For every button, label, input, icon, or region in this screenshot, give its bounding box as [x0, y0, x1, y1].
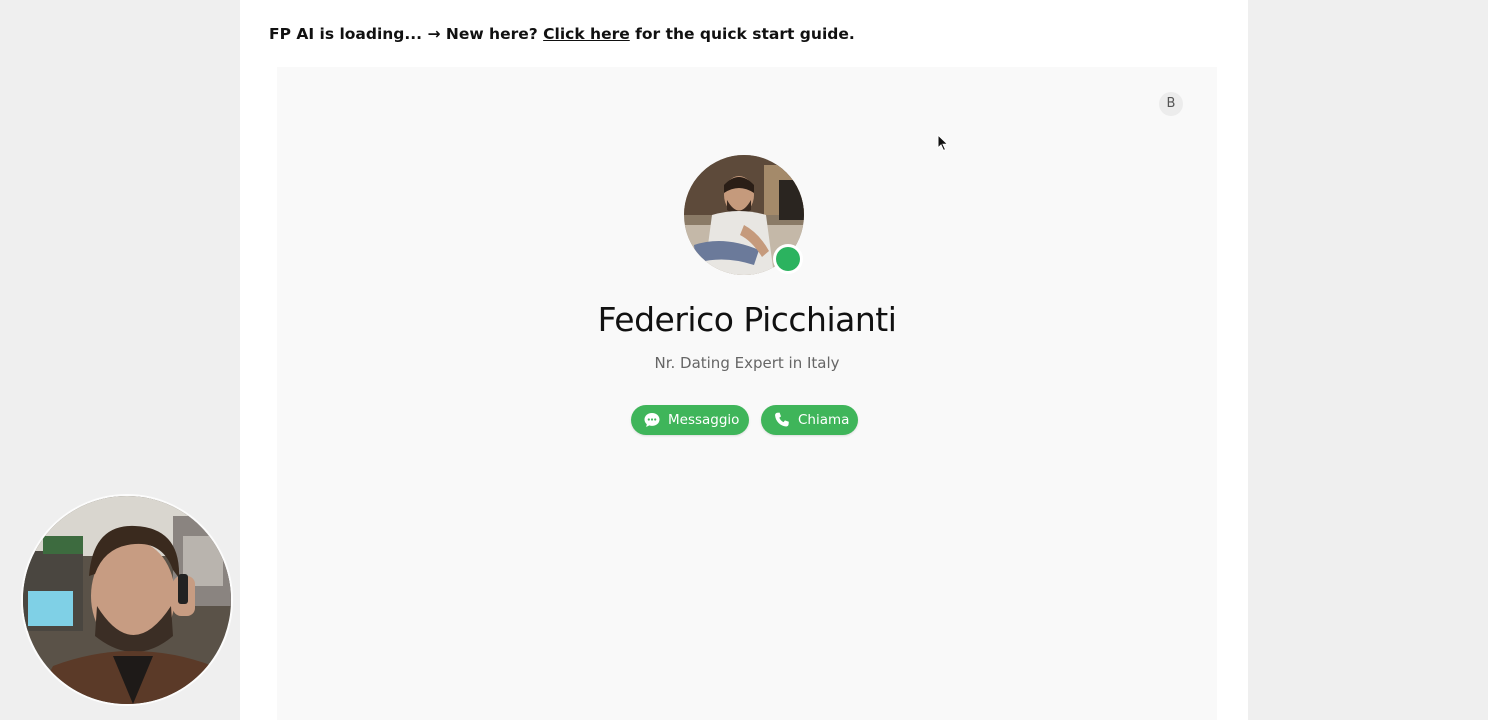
phone-icon — [773, 411, 791, 429]
quick-start-banner: FP AI is loading... → New here? Click he… — [269, 25, 855, 43]
message-button-label: Messaggio — [668, 412, 740, 428]
call-button[interactable]: Chiama — [761, 405, 858, 435]
banner-suffix: for the quick start guide. — [629, 25, 855, 43]
profile-card: B Federico Picchianti Nr. Dating Expert … — [277, 67, 1217, 720]
profile-actions: Messaggio Chiama — [631, 405, 858, 435]
online-status-indicator — [773, 244, 803, 274]
message-button[interactable]: Messaggio — [631, 405, 749, 435]
quick-start-link[interactable]: Click here — [543, 25, 630, 43]
banner-prefix: FP AI is loading... → New here? — [269, 25, 544, 43]
mouse-cursor-icon — [937, 133, 949, 152]
profile-subtitle: Nr. Dating Expert in Italy — [654, 354, 840, 372]
webcam-video-feed — [23, 496, 231, 704]
profile-name: Federico Picchianti — [597, 300, 897, 339]
avatar-wrapper — [684, 155, 804, 275]
call-button-label: Chiama — [798, 412, 850, 428]
webcam-overlay[interactable] — [23, 496, 231, 704]
b-badge-button[interactable]: B — [1159, 92, 1183, 116]
chat-bubble-icon — [643, 411, 661, 429]
page-container: FP AI is loading... → New here? Click he… — [240, 0, 1248, 720]
